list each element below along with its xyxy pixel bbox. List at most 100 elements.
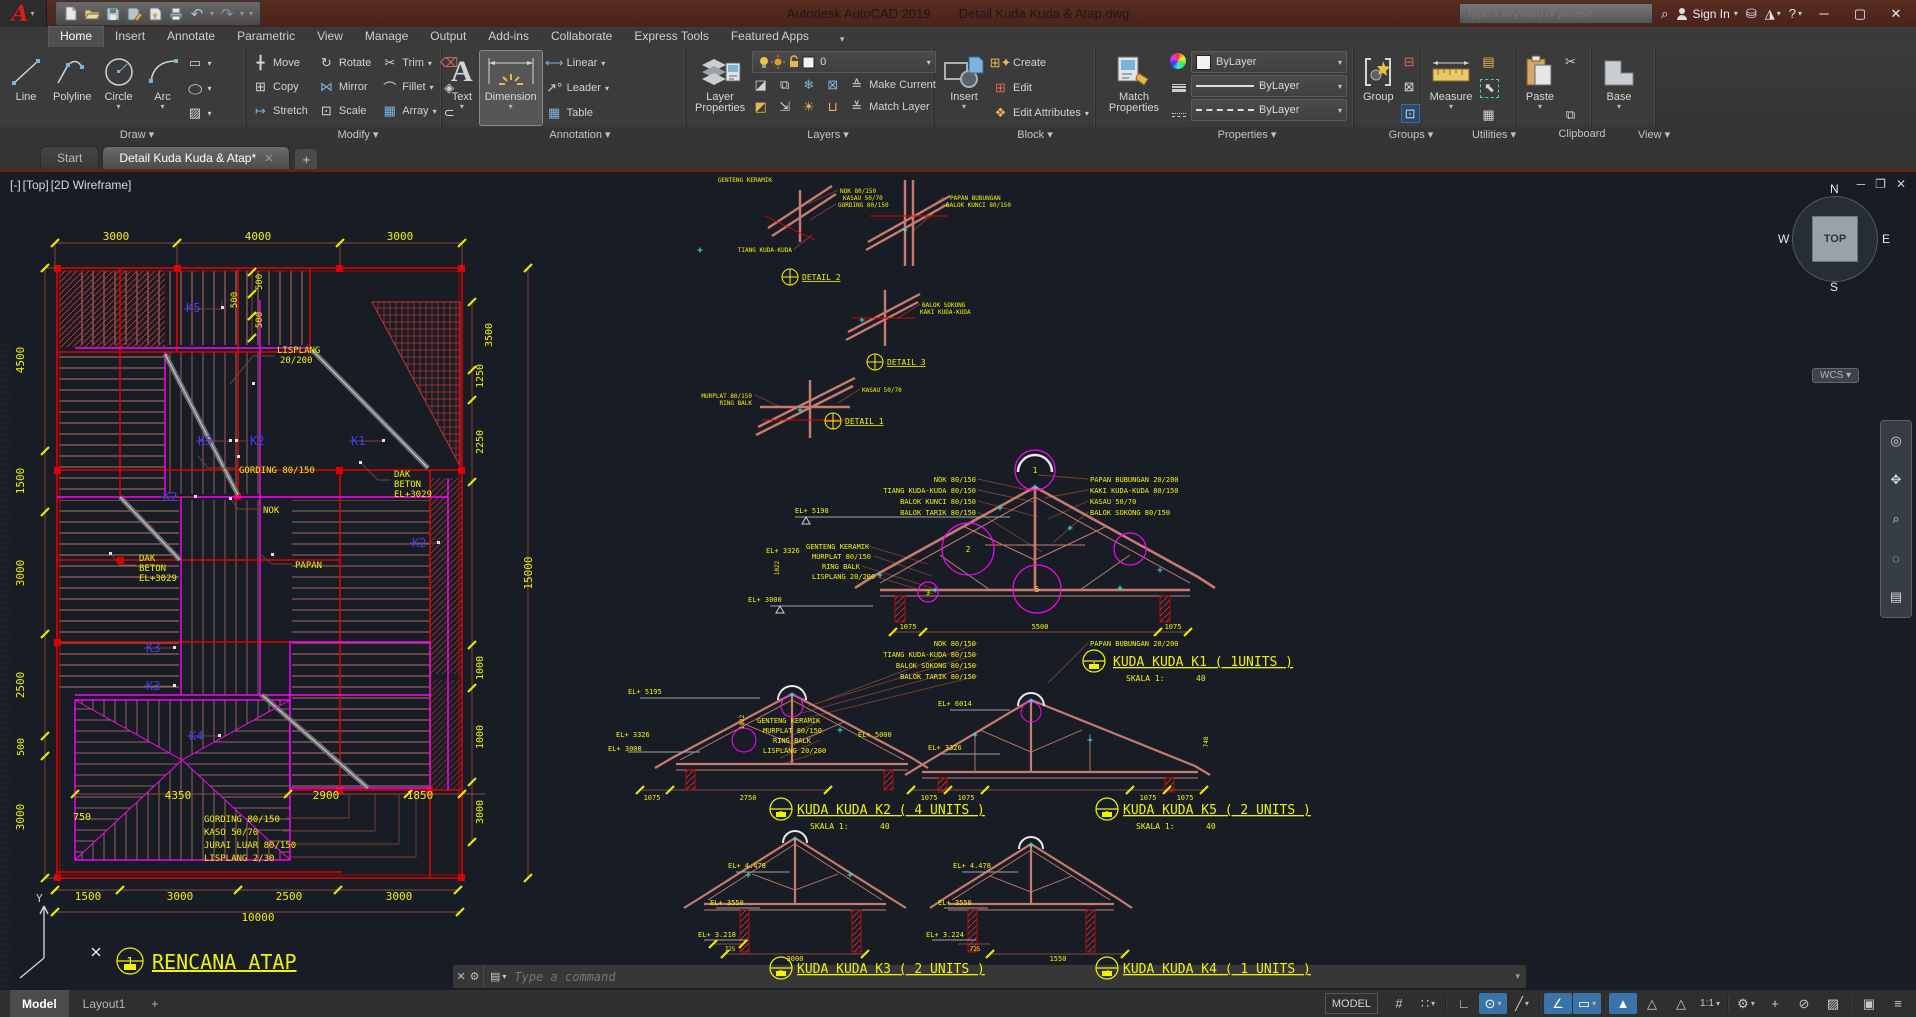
panel-label-properties[interactable]: Properties ▾ bbox=[1118, 128, 1376, 141]
leader-button[interactable]: ↗°Leader▾ bbox=[546, 78, 609, 98]
minimize-button[interactable]: ─ bbox=[1810, 4, 1838, 24]
app-store-cart-icon[interactable]: ⛁ bbox=[1746, 6, 1757, 22]
show-motion-icon[interactable]: ▤ bbox=[1890, 589, 1902, 605]
view-cube[interactable]: N W E S TOP bbox=[1778, 182, 1890, 294]
close-icon[interactable]: ✕ bbox=[264, 152, 273, 165]
hatch-icon[interactable]: ▨ bbox=[187, 105, 204, 122]
tab-drawing[interactable]: Detail Kuda Kuda & Atap*✕ bbox=[102, 146, 290, 169]
view-control[interactable]: [Top] bbox=[23, 178, 49, 192]
ribbon-tab-add-ins[interactable]: Add-ins bbox=[477, 27, 540, 47]
panel-label-view[interactable]: View ▾ bbox=[1622, 128, 1686, 141]
lineweight-combo[interactable]: ByLayer▾ bbox=[1191, 75, 1347, 97]
maximize-button[interactable]: ▢ bbox=[1846, 4, 1874, 24]
status-hardware-acceleration[interactable]: ▨ bbox=[1819, 993, 1847, 1014]
tab-layout1[interactable]: Layout1 bbox=[71, 990, 138, 1017]
new-drawing-button[interactable]: + bbox=[295, 149, 317, 169]
copy-button[interactable]: ⊞Copy bbox=[252, 79, 308, 96]
circle-button[interactable]: Circle ▾ bbox=[99, 51, 139, 125]
panel-label-layers[interactable]: Layers ▾ bbox=[704, 128, 952, 141]
status-autoscale[interactable]: △ bbox=[1638, 993, 1666, 1014]
group-button[interactable]: Group bbox=[1360, 51, 1397, 125]
layer-thaw-icon[interactable]: ⇲ bbox=[776, 99, 793, 116]
scale-button[interactable]: ⊡Scale bbox=[318, 103, 371, 120]
full-navigation-wheel-icon[interactable]: ◎ bbox=[1890, 433, 1901, 449]
table-button[interactable]: ▦Table bbox=[546, 103, 609, 123]
tab-start[interactable]: Start bbox=[40, 146, 99, 169]
layer-properties-button[interactable]: Layer Properties bbox=[692, 51, 748, 125]
app-menu-button[interactable]: A ▾ bbox=[0, 0, 47, 27]
help-icon[interactable]: ?▾ bbox=[1789, 6, 1802, 21]
color-wheel-icon[interactable] bbox=[1170, 53, 1186, 69]
linear-button[interactable]: ⟷Linear▾ bbox=[546, 53, 609, 73]
ribbon-minimize-button[interactable]: ▾ bbox=[834, 32, 851, 47]
polyline-button[interactable]: Polyline bbox=[50, 51, 95, 125]
fillet-button[interactable]: ⌒Fillet▾ bbox=[381, 79, 436, 96]
viewport-menu[interactable]: [-] bbox=[10, 178, 21, 192]
ribbon-tab-view[interactable]: View bbox=[306, 27, 354, 47]
redo-split-caret[interactable]: ▾ bbox=[240, 9, 244, 18]
quick-select-icon[interactable]: ▤ bbox=[1480, 53, 1497, 70]
ribbon-tab-collaborate[interactable]: Collaborate bbox=[540, 27, 623, 47]
compass-north[interactable]: N bbox=[1830, 182, 1839, 196]
wcs-badge[interactable]: WCS ▾ bbox=[1812, 368, 1859, 383]
ribbon-tab-insert[interactable]: Insert bbox=[104, 27, 156, 47]
match-properties-button[interactable]: Match Properties bbox=[1102, 51, 1166, 125]
rotate-button[interactable]: ↻Rotate bbox=[318, 55, 371, 72]
status-isolate-objects[interactable]: ⊘ bbox=[1790, 993, 1818, 1014]
layer-lock-icon[interactable]: ⊠ bbox=[824, 77, 841, 94]
group-edit-icon[interactable]: ⊠ bbox=[1401, 79, 1418, 96]
move-button[interactable]: ╋Move bbox=[252, 55, 308, 72]
plot-button[interactable] bbox=[167, 5, 185, 23]
copy-clip-icon[interactable]: ⧉ bbox=[1562, 106, 1579, 123]
select-window-icon[interactable]: ⬉ bbox=[1480, 79, 1499, 98]
zoom-extents-icon[interactable]: ⌕ bbox=[1892, 511, 1899, 527]
layer-unlock-icon[interactable]: ⊔ bbox=[824, 99, 841, 116]
doc-close-icon[interactable]: ✕ bbox=[1896, 177, 1906, 191]
status-workspace-switching[interactable]: ⚙▾ bbox=[1732, 993, 1760, 1014]
text-button[interactable]: A Text ▾ bbox=[448, 51, 476, 125]
status-polar-tracking[interactable]: ⊙▾ bbox=[1479, 993, 1507, 1014]
paste-button[interactable]: Paste ▾ bbox=[1522, 51, 1558, 125]
ungroup-icon[interactable]: ⊟ bbox=[1401, 53, 1418, 70]
orbit-icon[interactable]: ◌ bbox=[1892, 551, 1900, 566]
status-ortho-mode[interactable]: ∟ bbox=[1450, 993, 1478, 1014]
cut-icon[interactable]: ✂ bbox=[1562, 53, 1579, 70]
qat-customize-caret[interactable]: ▾ bbox=[249, 9, 253, 18]
redo-button[interactable]: ↷ bbox=[218, 5, 236, 23]
model-space-viewport[interactable]: [-] [Top] [2D Wireframe] ─ ❐ ✕ N W E S T… bbox=[0, 172, 1916, 990]
sign-in-button[interactable]: Sign In ▾ bbox=[1676, 7, 1737, 21]
rectangle-icon[interactable]: ▭ bbox=[187, 55, 204, 72]
layer-off-icon[interactable]: ◪ bbox=[752, 77, 769, 94]
panel-label-draw[interactable]: Draw ▾ bbox=[14, 128, 260, 141]
edit-attributes-button[interactable]: ❖Edit Attributes▾ bbox=[992, 103, 1089, 123]
ribbon-tab-home[interactable]: Home bbox=[48, 26, 104, 47]
layer-freeze-icon[interactable]: ❄ bbox=[800, 77, 817, 94]
tab-model[interactable]: Model bbox=[10, 990, 69, 1017]
create-block-button[interactable]: ⊞✦Create bbox=[992, 53, 1089, 73]
status-object-snap[interactable]: ▭▾ bbox=[1573, 993, 1601, 1014]
visual-style-control[interactable]: [2D Wireframe] bbox=[51, 178, 132, 192]
new-layout-button[interactable]: + bbox=[139, 990, 170, 1017]
ribbon-tab-parametric[interactable]: Parametric bbox=[226, 27, 306, 47]
layer-on-icon[interactable]: ◩ bbox=[752, 99, 769, 116]
undo-split-caret[interactable]: ▾ bbox=[210, 9, 214, 18]
open-from-web-button[interactable] bbox=[146, 5, 164, 23]
compass-south[interactable]: S bbox=[1830, 280, 1838, 294]
stretch-button[interactable]: ↦Stretch bbox=[252, 103, 308, 120]
open-file-button[interactable] bbox=[83, 5, 101, 23]
new-file-button[interactable] bbox=[62, 5, 80, 23]
linetype-combo[interactable]: ByLayer▾ bbox=[1191, 99, 1347, 121]
search-icon[interactable]: ⌕ bbox=[1661, 6, 1668, 22]
line-button[interactable]: Line bbox=[6, 51, 46, 125]
ribbon-tab-manage[interactable]: Manage bbox=[354, 27, 419, 47]
ribbon-tab-annotate[interactable]: Annotate bbox=[156, 27, 226, 47]
status-annotation-scale[interactable]: 1:1▾ bbox=[1696, 993, 1724, 1014]
save-as-button[interactable] bbox=[125, 5, 143, 23]
ribbon-tab-featured-apps[interactable]: Featured Apps bbox=[720, 27, 820, 47]
layer-combo[interactable]: 0 ▾ bbox=[752, 51, 936, 73]
dimension-button[interactable]: Dimension ▾ bbox=[480, 51, 542, 125]
status-object-snap-tracking[interactable]: ∠ bbox=[1544, 993, 1572, 1014]
layer-isolate-icon[interactable]: ⧉ bbox=[776, 77, 793, 94]
ellipse-icon[interactable]: ◯ bbox=[187, 82, 204, 95]
panel-label-groups[interactable]: Groups ▾ bbox=[1378, 128, 1444, 141]
